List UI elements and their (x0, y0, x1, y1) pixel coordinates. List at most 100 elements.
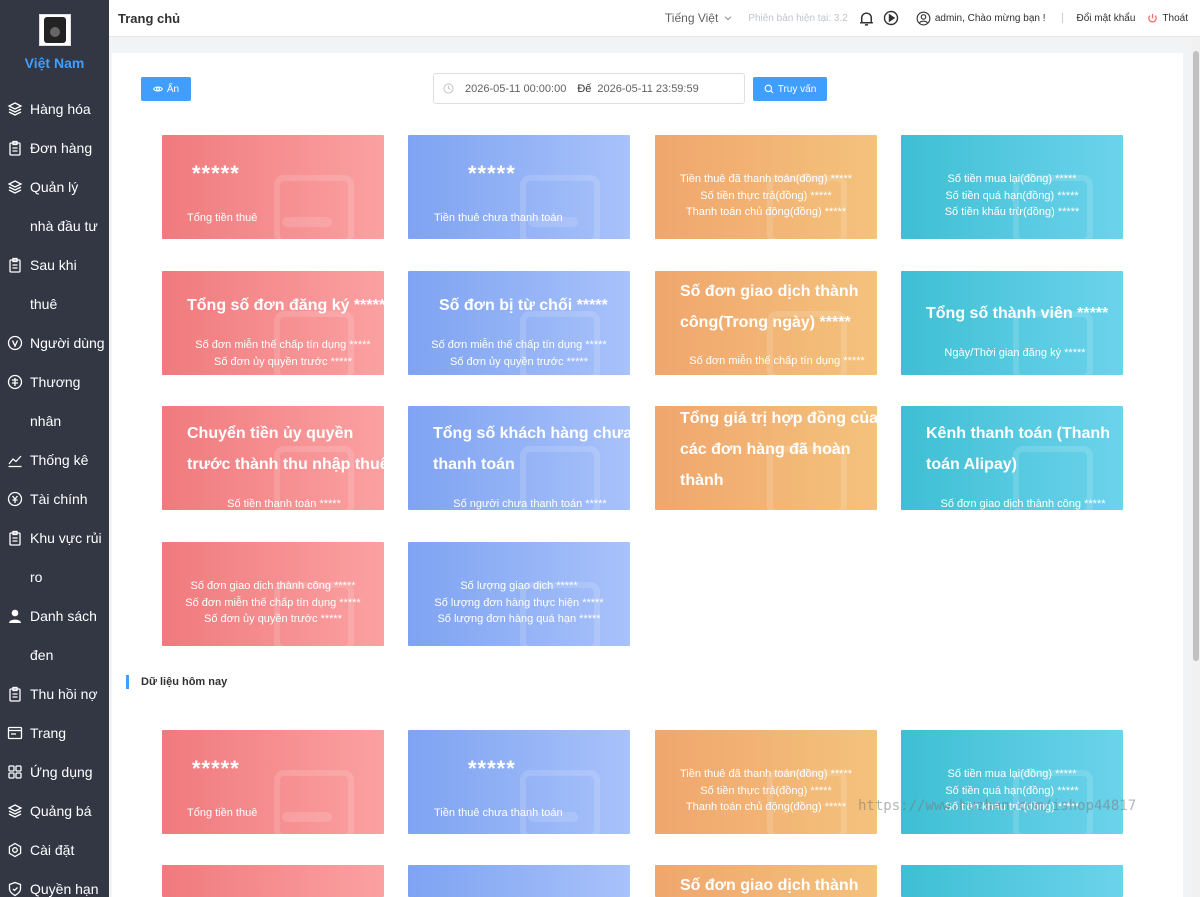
sidebar-item-debt-recovery[interactable]: Thu hồi nợ (0, 675, 109, 714)
person-icon (7, 608, 23, 624)
finance-icon (7, 491, 23, 507)
bell-icon[interactable] (858, 9, 876, 27)
card-paid-rent: Tiền thuê đã thanh toán(đồng) ***** Số t… (655, 135, 877, 239)
query-label: Truy vấn (777, 83, 817, 95)
play-circle-icon[interactable] (882, 9, 900, 27)
scrollbar-thumb[interactable] (1193, 51, 1199, 661)
card-lines: Số đơn miễn thế chấp tín dụng ***** (655, 353, 877, 370)
eye-icon (152, 86, 163, 92)
filter-toolbar: Ẩn 2026-05-11 00:00:00 Đế 2026-05-11 23:… (112, 53, 1183, 123)
card-line: Thanh toán chủ động(đồng) ***** (685, 206, 847, 218)
card-preauth-transfer: Chuyển tiền ủy quyền trước thành thu nhậ… (162, 406, 384, 510)
sidebar-item-label: Thống kê (30, 452, 89, 468)
apps-grid-icon (7, 764, 23, 780)
dashboard-content: Ẩn 2026-05-11 00:00:00 Đế 2026-05-11 23:… (112, 53, 1183, 897)
clipboard-icon (7, 530, 23, 546)
sidebar-item-label: Trang (30, 725, 67, 741)
card-title-line: Tổng giá trị hợp đồng của (680, 410, 877, 427)
search-icon (764, 84, 774, 94)
card-unpaid-customers: Tổng số khách hàng chưa thanh toán Số ng… (408, 406, 630, 510)
card-line: Số đơn ủy quyền trước ***** (450, 355, 588, 368)
sidebar-item-statistics[interactable]: Thống kê (0, 441, 109, 480)
sidebar-item-merchants[interactable]: Thương nhân (0, 363, 109, 441)
power-icon (1148, 13, 1158, 22)
speaker-logo-icon (43, 17, 66, 43)
card-decoration (282, 812, 332, 822)
card-title-line: các đơn hàng đã hoàn (680, 441, 851, 458)
layers-icon (7, 101, 23, 117)
sidebar-item-orders[interactable]: Đơn hàng (0, 129, 109, 168)
card-title: Chuyển tiền ủy quyền trước thành thu nhậ… (187, 418, 384, 480)
layers-icon (7, 803, 23, 819)
card-line: Thanh toán chủ động(đồng) ***** (685, 801, 847, 813)
card-line: Số lượng giao dịch ***** (460, 580, 578, 592)
sidebar-item-finance[interactable]: Tài chính (0, 480, 109, 519)
hide-button[interactable]: Ẩn (141, 77, 191, 101)
card-title: Số đơn giao dịch thành (680, 877, 859, 894)
welcome-text: Chào mừng bạn ! (967, 12, 1046, 24)
card-lines: Ngày/Thời gian đăng ký ***** (901, 345, 1123, 362)
card-transaction-summary: Số đơn giao dịch thành công ***** Số đơn… (162, 542, 384, 646)
sidebar-item-blacklist[interactable]: Danh sách đen (0, 597, 109, 675)
sidebar-menu: Hàng hóa Đơn hàng Quản lý nhà đầu tư Sau… (0, 90, 109, 897)
sidebar-item-after-rent[interactable]: Sau khi thuê (0, 246, 109, 324)
date-range-picker[interactable]: 2026-05-11 00:00:00 Đế 2026-05-11 23:59:… (433, 73, 745, 104)
card-total-members: Tổng số thành viên ***** Ngày/Thời gian … (901, 271, 1123, 375)
card-value: ***** (468, 756, 516, 781)
today-card-unpaid-rent: ***** Tiền thuê chưa thanh toán (408, 730, 630, 834)
language-select[interactable]: Tiếng Việt (665, 11, 732, 25)
sidebar-item-settings[interactable]: Cài đặt (0, 831, 109, 870)
sidebar-item-apps[interactable]: Ứng dụng (0, 753, 109, 792)
card-rejected-orders: Số đơn bị từ chối ***** Số đơn miễn thế … (408, 271, 630, 375)
sidebar-item-label: Quyền hạn (30, 881, 99, 897)
sidebar-item-label: Người dùng (30, 335, 105, 351)
user-info[interactable]: admin, Chào mừng bạn ! (916, 11, 1046, 26)
today-card-paid-rent: Tiền thuê đã thanh toán(đồng) ***** Số t… (655, 730, 877, 834)
page-scrollbar[interactable] (1192, 37, 1200, 897)
sidebar-item-users[interactable]: Người dùng (0, 324, 109, 363)
card-title: Tổng số khách hàng chưa thanh toán (433, 418, 630, 480)
clipboard-icon (7, 686, 23, 702)
card-lines: Số người chưa thanh toán ***** (408, 496, 630, 510)
card-label: Tiền thuê chưa thanh toán (434, 807, 563, 819)
date-start[interactable]: 2026-05-11 00:00:00 (465, 83, 566, 95)
card-buyback: Số tiền mua lại(đồng) ***** Số tiền quá … (901, 135, 1123, 239)
card-lines: Số lượng giao dịch ***** Số lượng đơn hà… (408, 578, 630, 628)
sidebar-item-promotion[interactable]: Quảng bá (0, 792, 109, 831)
card-title-line: thành (680, 472, 724, 489)
card-transaction-count: Số lượng giao dịch ***** Số lượng đơn hà… (408, 542, 630, 646)
card-line: Số tiền quá hạn(đồng) ***** (945, 784, 1079, 797)
sidebar-item-label: Sau khi thuê (30, 257, 77, 312)
change-password-link[interactable]: Đổi mật khẩu (1077, 13, 1136, 24)
card-line: Số đơn ủy quyền trước ***** (204, 613, 342, 625)
card-lines: Số đơn giao dịch thành công ***** (901, 496, 1123, 510)
date-end[interactable]: 2026-05-11 23:59:59 (597, 83, 698, 95)
sidebar-item-investors[interactable]: Quản lý nhà đầu tư (0, 168, 109, 246)
watermark: https://www.huzhan.com/ishop44817 (858, 798, 1137, 814)
version-info: Phiên bản hiện tại: 3.2 (748, 13, 848, 24)
sidebar-item-page[interactable]: Trang (0, 714, 109, 753)
card-decoration (520, 175, 600, 239)
query-button[interactable]: Truy vấn (753, 77, 827, 101)
sidebar-item-label: Quản lý nhà đầu tư (30, 179, 98, 234)
sidebar-item-risk[interactable]: Khu vực rủi ro (0, 519, 109, 597)
card-line: Số đơn miễn thế chấp tín dụng ***** (689, 355, 865, 367)
sidebar-item-permissions[interactable]: Quyền hạn (0, 870, 109, 897)
card-value: ***** (192, 161, 240, 186)
card-line: Số đơn miễn thế chấp tín dụng ***** (195, 339, 371, 351)
sidebar-item-goods[interactable]: Hàng hóa (0, 90, 109, 129)
top-header: Trang chủ Tiếng Việt Phiên bản hiện tại:… (109, 0, 1200, 37)
card-contract-value: Tổng giá trị hợp đồng của các đơn hàng đ… (655, 406, 877, 510)
logo (38, 14, 71, 46)
logout-button[interactable]: Thoát (1147, 13, 1188, 24)
card-line: Số tiền thanh toán ***** (227, 498, 341, 510)
date-separator: Đế (577, 82, 592, 95)
clock-icon (443, 83, 454, 94)
sidebar-item-label: Cài đặt (30, 842, 75, 858)
card-title: Tổng số thành viên ***** (926, 305, 1109, 322)
card-line: Số đơn giao dịch thành công ***** (190, 580, 356, 592)
card-title: Tổng số đơn đăng ký ***** (187, 297, 384, 314)
sidebar-item-label: Quảng bá (30, 803, 92, 819)
card-line: Số tiền thực trả(đồng) ***** (700, 189, 832, 202)
card-line: Số tiền quá hạn(đồng) ***** (945, 189, 1079, 202)
